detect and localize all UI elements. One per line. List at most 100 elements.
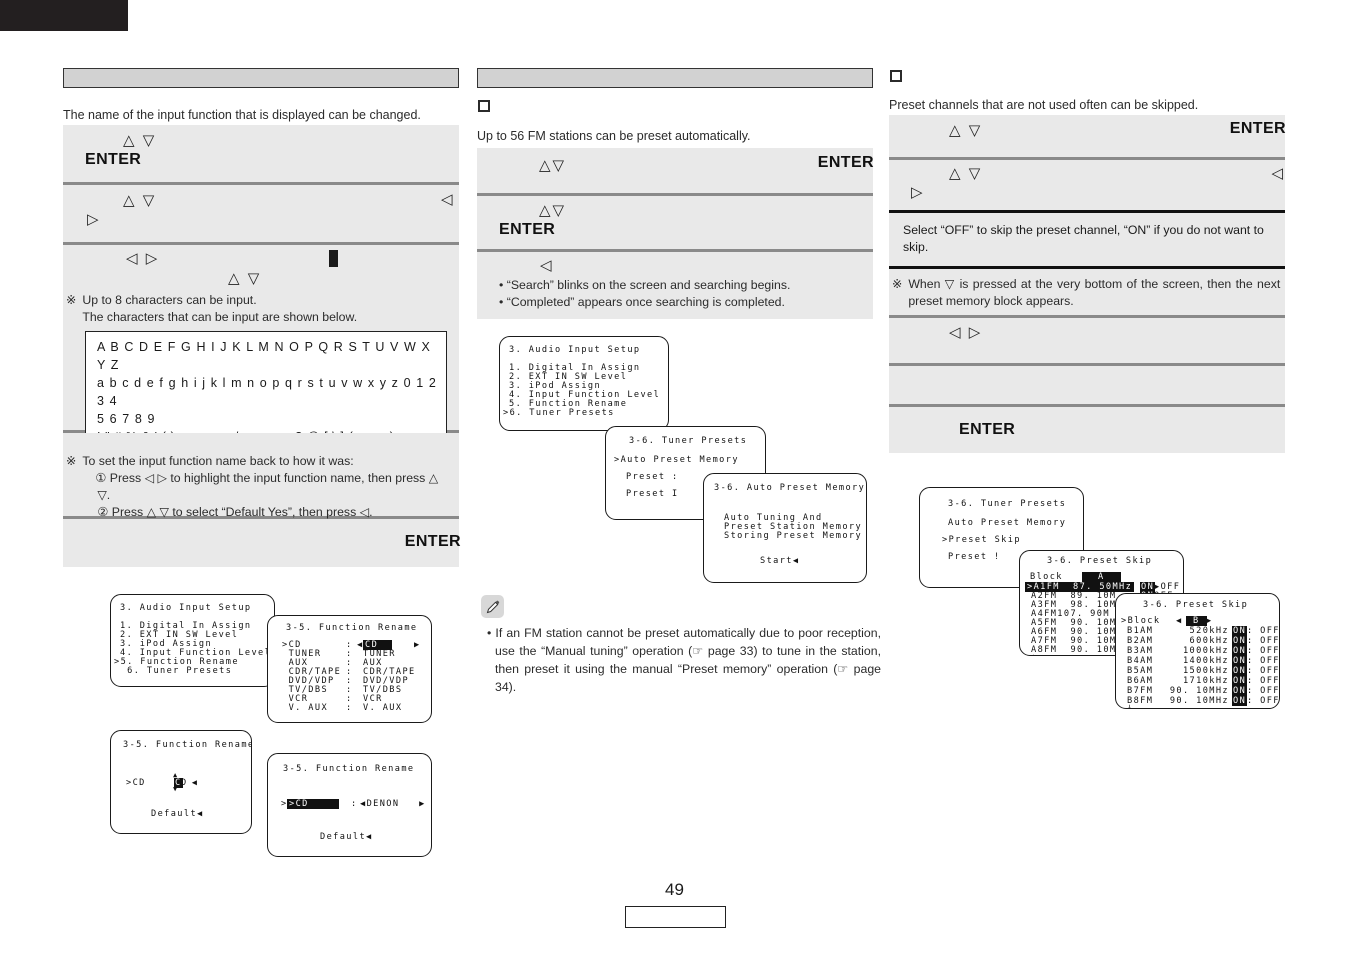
left-note-1: ※ Up to 8 characters can be input. The c… [66,292,456,326]
osd-default-label: Default◀ [320,832,373,842]
osd-row: B4AM [1127,656,1154,666]
mid-intro-text: Up to 56 FM stations can be preset autom… [477,129,751,143]
osd-on-value: ON [1232,676,1248,686]
osd-row: Preset : [626,472,679,482]
osd-off-value: : OFF [1247,696,1280,706]
osd-row: A8FM 90. 10M [1031,645,1117,655]
osd-up-arrow-icon: ▲ [173,771,179,779]
up-down-arrows-icon: △▽ [539,202,567,219]
osd-title: 3-6. Preset Skip [1047,556,1153,566]
osd-title: 3-5. Function Rename [123,740,252,750]
enter-label: ENTER [1229,120,1286,137]
osd-row: Auto Preset Memory [948,518,1067,528]
osd-on-value: ON [1232,626,1248,636]
right-step-3: ◁ ▷ [889,318,1285,363]
mid-section-heading-bar [477,68,873,88]
square-bullet-icon [478,100,490,112]
right-note-band: ※ When ▽ is pressed at the very bottom o… [889,269,1285,315]
osd-off-value: : OFF [1247,646,1280,656]
osd-row: B1AM [1127,626,1154,636]
osd-freq: 1500kHz [1182,666,1229,676]
charset-line-1: A B C D E F G H I J K L M N O P Q R S T … [97,340,431,372]
reference-mark: ※ [892,277,903,291]
mid-bullet-2: • “Completed” appears once searching is … [499,295,785,309]
enter-label: ENTER [817,154,874,171]
left-section-heading-bar [63,68,459,88]
left-step-4: ※ To set the input function name back to… [63,433,459,519]
osd-char: D [181,778,188,788]
mid-step-bands: △▽ ENTER △▽ ENTER ◁ • “Search” blinks on… [477,148,874,319]
osd-freq: 600kHz [1189,636,1229,646]
right-callout-text: Select “OFF” to skip the preset channel,… [903,223,1264,254]
osd-row: V. AUX [282,703,329,713]
up-down-arrows-icon: △ ▽ [949,122,983,139]
osd-row-selected: >6. Tuner Presets [503,408,615,418]
osd-off-value: : OFF [1247,636,1280,646]
up-down-arrows-icon: △ ▽ [949,165,983,182]
osd-function-rename-list: 3-5. Function Rename >CD : CD ◀ ▶ TUNER … [267,615,432,723]
block-cursor-icon [329,250,338,267]
osd-on-value: ON [1232,666,1248,676]
left-arrow-icon: ◁ [441,191,455,208]
left-step-3: ◁ ▷ △ ▽ ※ Up to 8 characters can be inpu… [63,245,459,454]
right-arrow-icon: ▷ [911,184,925,201]
left-note-2-item-1: ① Press ◁ ▷ to highlight the input funct… [95,471,439,502]
right-callout: Select “OFF” to skip the preset channel,… [889,213,1285,266]
osd-name-highlighted: >CD [287,799,339,809]
enter-label: ENTER [499,221,556,238]
up-down-arrows-icon: △ ▽ [123,192,157,209]
osd-sep: : [346,703,353,713]
left-note-1-line-2: The characters that can be input are sho… [82,310,358,324]
right-step-2: △ ▽ ◁ ▷ [889,160,1285,210]
left-step-1: △ ▽ ENTER [63,125,459,182]
osd-auto-preset-memory: 3-6. Auto Preset Memory Auto Tuning And … [703,473,867,583]
osd-audio-input-setup-mid: 3. Audio Input Setup 1. Digital In Assig… [499,336,669,431]
osd-title: 3. Audio Input Setup [509,345,641,355]
osd-audio-input-setup: 3. Audio Input Setup 1. Digital In Assig… [110,594,275,687]
osd-off-value: : OFF [1247,666,1280,676]
right-step-1: △ ▽ ENTER [889,115,1286,157]
charset-line-2: a b c d e f g h i j k l m n o p q r s t … [97,376,437,408]
osd-row-selected: >Preset Skip [942,535,1021,545]
right-step-4 [889,366,1285,404]
osd-row: B5AM [1127,666,1154,676]
right-note: ※ When ▽ is pressed at the very bottom o… [892,276,1282,310]
osd-freq: 1000kHz [1182,646,1229,656]
left-step-bands: △ ▽ ENTER △ ▽ ◁ ▷ ◁ ▷ △ ▽ ※ Up to 8 char… [63,125,461,567]
page-corner-tab [0,0,128,31]
right-note-text: When ▽ is pressed at the very bottom of … [908,277,1281,308]
osd-row: Preset ! [948,552,1001,562]
osd-off-value: : OFF [1247,626,1280,636]
osd-preset-skip-block-b: 3-6. Preset Skip >Block ◀ B ▶ B1AM 520kH… [1115,593,1280,709]
left-arrow-icon: ◁ [540,257,554,274]
left-intro-text: The name of the input function that is d… [63,108,421,122]
left-right-arrows-icon: ◁ ▷ [126,250,160,267]
osd-on-value: ON [1232,656,1248,666]
osd-freq: 90. 10MHz [1169,696,1229,706]
osd-block-value: A [1082,572,1121,582]
mid-step-2: △▽ ENTER [477,196,873,249]
right-intro-text: Preset channels that are not used often … [889,98,1199,112]
osd-down-arrow-icon: ▼ [173,785,179,793]
mid-step-1: △▽ ENTER [477,148,874,193]
left-right-arrows-icon: ◁ ▷ [949,324,983,341]
left-note-2: ※ To set the input function name back to… [66,453,458,521]
osd-sep: : [351,799,358,809]
osd-title: 3-6. Tuner Presets [629,436,748,446]
left-note-1-line-1: Up to 8 characters can be input. [82,293,257,307]
osd-on-value: ON [1232,636,1248,646]
enter-label: ENTER [85,151,142,168]
osd-title: 3-5. Function Rename [283,764,415,774]
osd-default-label: Default◀ [151,809,204,819]
osd-freq: 90. 10MHz [1169,686,1229,696]
left-arrow-icon: ◁ [1271,165,1285,182]
mid-note-text: • If an FM station cannot be preset auto… [487,626,881,694]
osd-value: ◀DENON ▶ [360,799,426,809]
mid-step-3: ◁ • “Search” blinks on the screen and se… [477,252,873,319]
left-step-5: ENTER [63,519,461,567]
square-bullet-icon [890,70,902,82]
osd-on-value: ON [1232,686,1248,696]
osd-off-value: : OFF [1247,686,1280,696]
left-note-1-body: Up to 8 characters can be input. The cha… [82,292,357,326]
left-note-2-intro: To set the input function name back to h… [82,454,354,468]
